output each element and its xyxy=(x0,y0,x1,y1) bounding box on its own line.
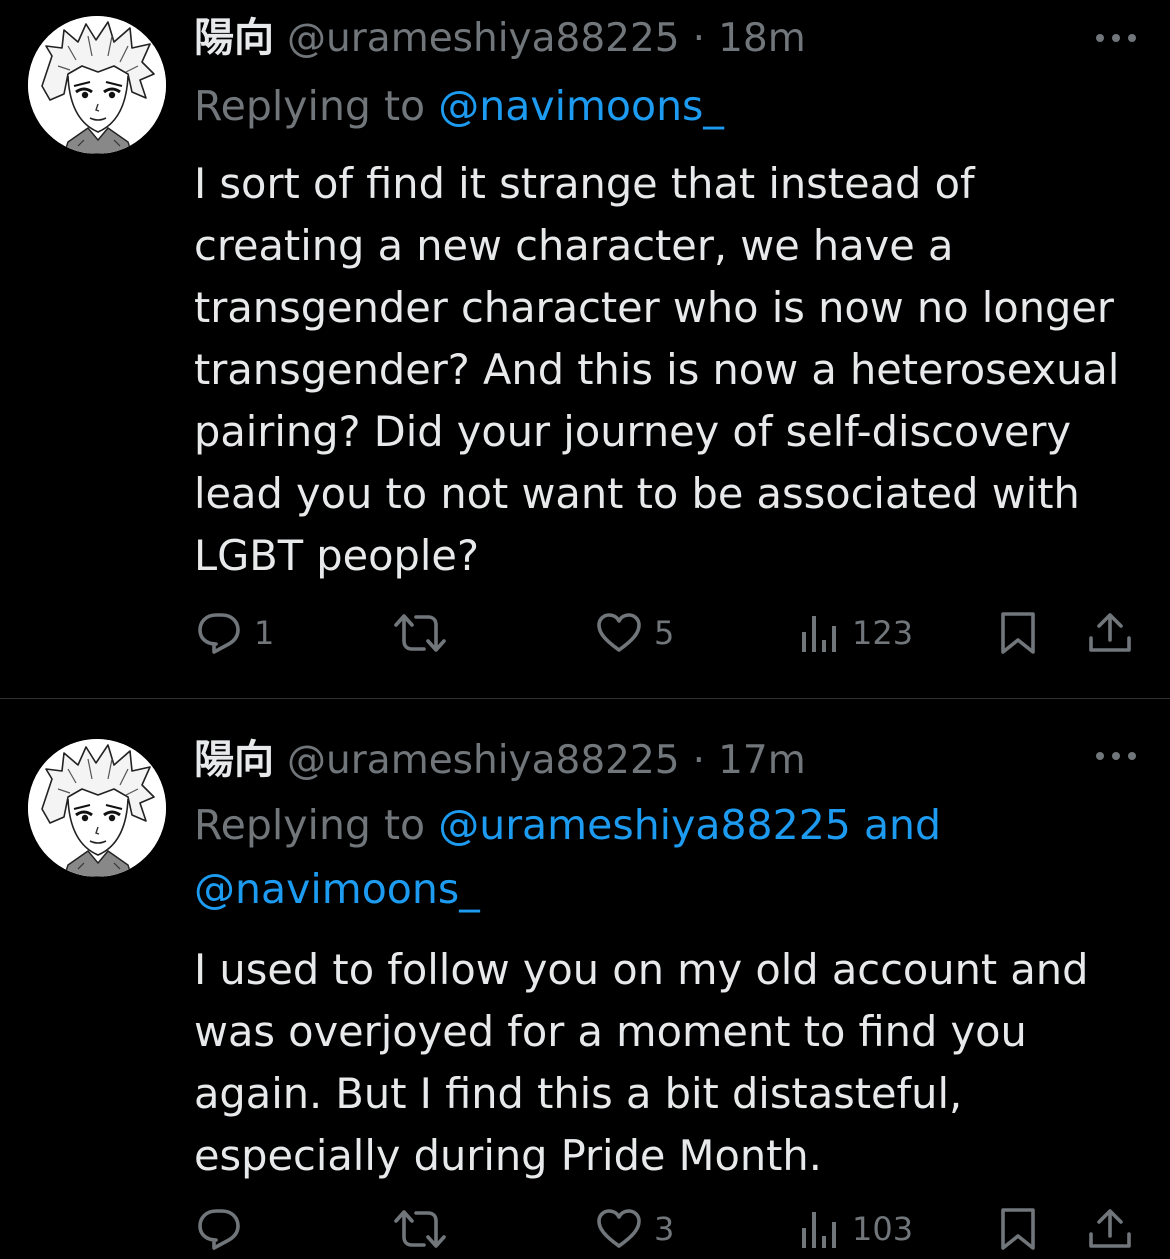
display-name[interactable]: 陽向 xyxy=(194,15,274,61)
share-button[interactable] xyxy=(1086,1199,1134,1259)
retweet-button[interactable] xyxy=(392,1199,460,1259)
like-icon xyxy=(597,1209,641,1248)
replying-prefix: Replying to xyxy=(194,801,426,849)
replying-prefix: Replying to xyxy=(194,82,426,130)
more-icon[interactable] xyxy=(1092,746,1140,766)
avatar[interactable] xyxy=(28,16,166,154)
reply-icon xyxy=(198,1209,240,1250)
reply-count: 1 xyxy=(254,614,275,652)
like-count: 3 xyxy=(654,1210,675,1248)
action-bar: 1 5 123 xyxy=(0,603,1170,663)
share-icon xyxy=(1089,1209,1131,1248)
views-icon xyxy=(802,616,836,652)
bookmark-icon xyxy=(1001,1208,1035,1250)
like-icon xyxy=(597,613,641,652)
avatar-image xyxy=(28,739,166,877)
replying-to: Replying to @navimoons_ xyxy=(194,74,1134,138)
action-bar: 3 103 xyxy=(0,1199,1170,1259)
retweet-icon xyxy=(394,614,446,652)
mention-link[interactable]: @navimoons_ xyxy=(194,865,480,913)
replying-to: Replying to @urameshiya88225 and @navimo… xyxy=(194,793,1134,921)
tweet-text: I used to follow you on my old account a… xyxy=(194,945,1089,1180)
avatar-image xyxy=(28,16,166,154)
mention-link[interactable]: @navimoons_ xyxy=(438,82,724,130)
tweet-header: 陽向 @urameshiya88225 · 18m xyxy=(194,13,806,63)
mention-link[interactable]: @urameshiya88225 xyxy=(438,801,851,849)
reply-button[interactable]: 1 xyxy=(196,603,274,663)
retweet-button[interactable] xyxy=(392,603,460,663)
reply-icon xyxy=(198,613,240,654)
tweet-header: 陽向 @urameshiya88225 · 17m xyxy=(194,735,806,785)
display-name[interactable]: 陽向 xyxy=(194,737,274,783)
tweet[interactable]: 陽向 @urameshiya88225 · 17m Replying to @u… xyxy=(0,699,1170,1252)
tweet-text: I sort of find it strange that instead o… xyxy=(194,159,1120,580)
timestamp[interactable]: 17m xyxy=(718,738,806,783)
retweet-icon xyxy=(394,1210,446,1248)
more-icon[interactable] xyxy=(1092,28,1140,48)
bookmark-button[interactable] xyxy=(998,603,1038,663)
mention-joiner: and xyxy=(863,801,942,849)
tweet[interactable]: 陽向 @urameshiya88225 · 18m Replying to @n… xyxy=(0,0,1170,698)
avatar[interactable] xyxy=(28,739,166,877)
user-handle[interactable]: @urameshiya88225 xyxy=(287,16,680,61)
like-button[interactable]: 5 xyxy=(596,603,674,663)
views-button[interactable]: 103 xyxy=(800,1199,913,1259)
like-button[interactable]: 3 xyxy=(596,1199,674,1259)
views-button[interactable]: 123 xyxy=(800,603,913,663)
separator-dot: · xyxy=(692,738,706,783)
reply-button[interactable] xyxy=(196,1199,254,1259)
bookmark-button[interactable] xyxy=(998,1199,1038,1259)
views-icon xyxy=(802,1212,836,1248)
separator-dot: · xyxy=(692,16,706,61)
bookmark-icon xyxy=(1001,612,1035,654)
view-count: 123 xyxy=(852,614,914,652)
share-icon xyxy=(1089,613,1131,652)
timestamp[interactable]: 18m xyxy=(718,16,806,61)
user-handle[interactable]: @urameshiya88225 xyxy=(287,738,680,783)
view-count: 103 xyxy=(852,1210,914,1248)
like-count: 5 xyxy=(654,614,675,652)
share-button[interactable] xyxy=(1086,603,1134,663)
